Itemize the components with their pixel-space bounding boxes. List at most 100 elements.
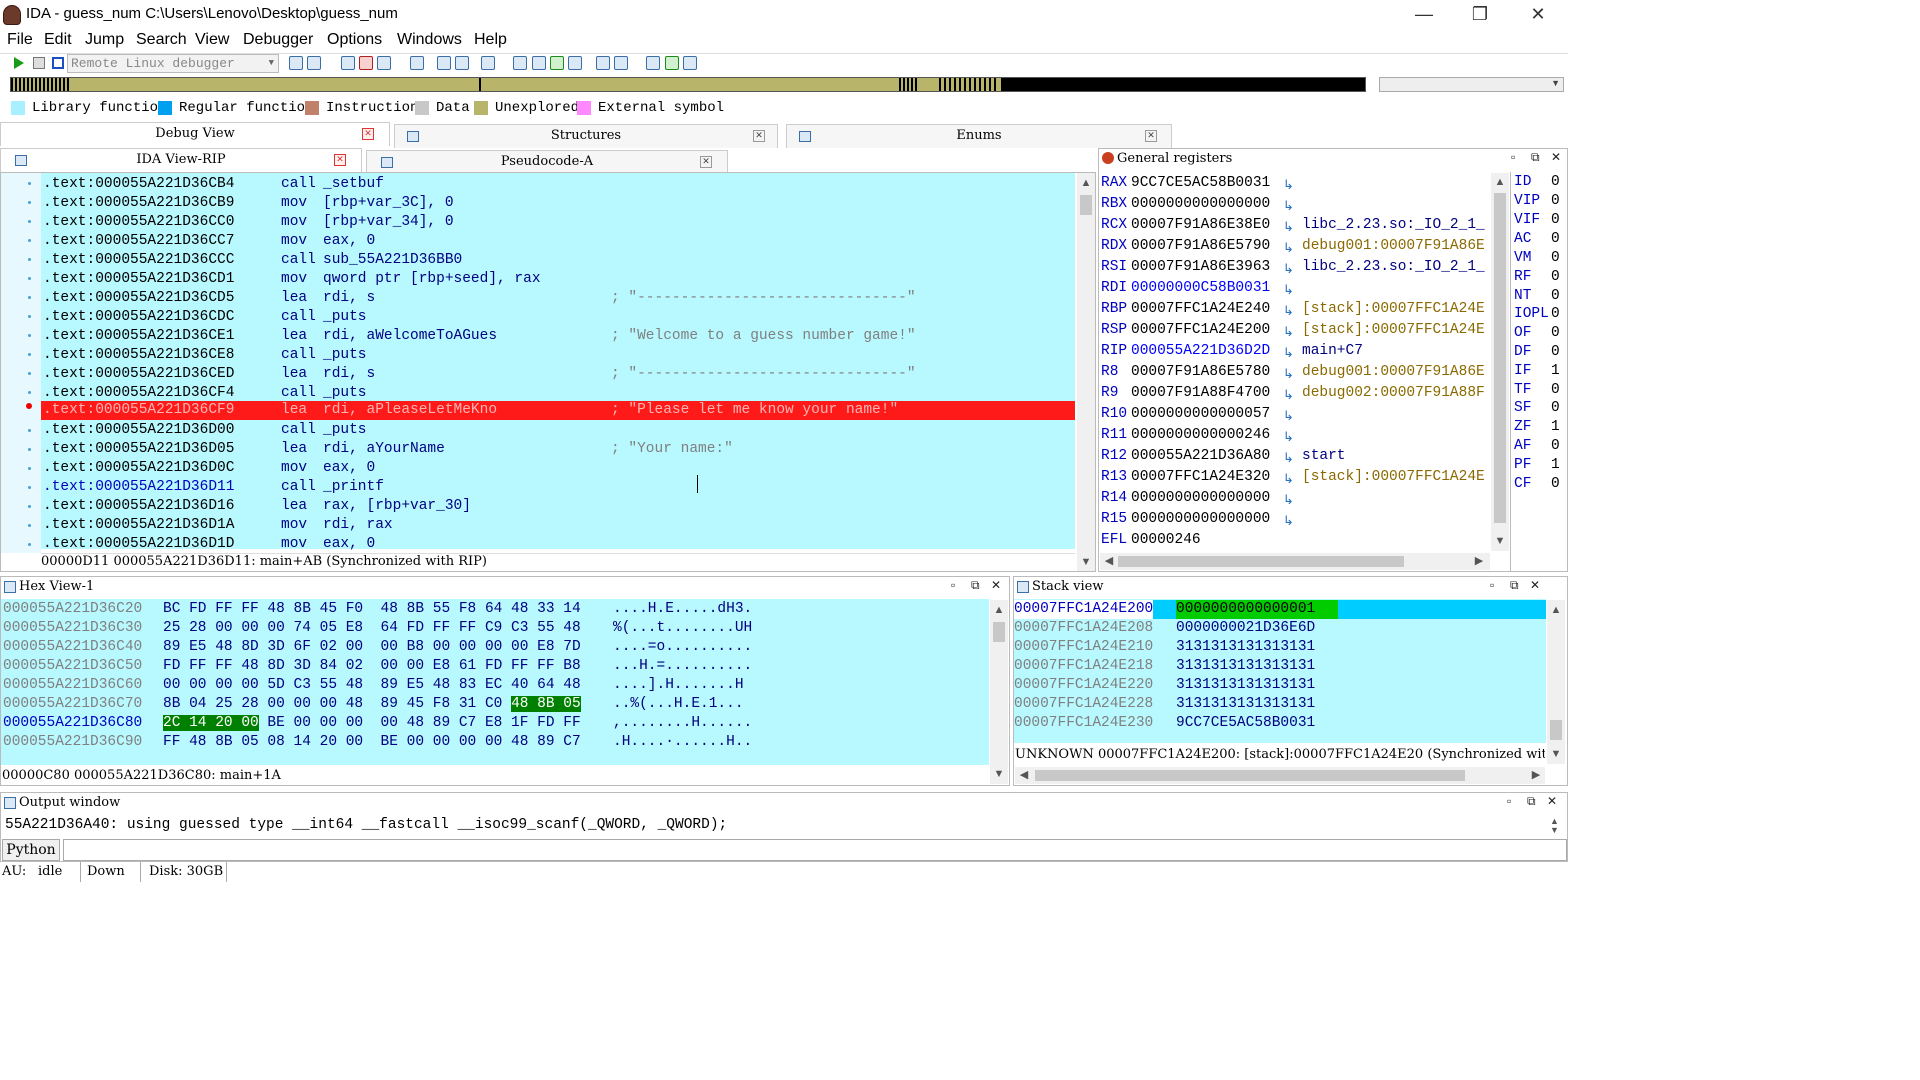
float-icon[interactable]: ⧉	[1527, 794, 1536, 809]
register-value[interactable]: 00007F91A86E5790	[1131, 238, 1270, 254]
close-icon[interactable]: ✕	[991, 578, 1001, 592]
jump-arrow-icon[interactable]: ↳	[1283, 240, 1294, 256]
search-icon[interactable]	[646, 56, 660, 70]
code-line[interactable]: .text:000055A221D36D1D mov eax, 0	[43, 535, 375, 554]
menu-debugger[interactable]: Debugger	[243, 31, 313, 49]
jump-arrow-icon[interactable]: ↳	[1283, 513, 1294, 529]
stack-horizontal-scrollbar[interactable]: ◀ ▶	[1015, 767, 1545, 784]
stack-value[interactable]: 0000000021D36E6D	[1176, 619, 1315, 638]
jump-arrow-icon[interactable]: ↳	[1283, 408, 1294, 424]
chevron-left-icon[interactable]: ◀	[1015, 768, 1033, 781]
debugger-select[interactable]: Remote Linux debugger ▼	[67, 54, 279, 73]
maximize-icon[interactable]: ▫	[951, 578, 955, 592]
code-line-breakpoint[interactable]: .text:000055A221D36CF9 lea rdi, aPleaseLet…	[41, 401, 1075, 420]
flag-value[interactable]: 1	[1551, 419, 1560, 435]
register-value[interactable]: 00007F91A86E3963	[1131, 259, 1270, 275]
hex-bytes[interactable]: 25 28 00 00 00 74 05 E8 64 FD FF FF C9 C…	[163, 619, 581, 638]
register-value[interactable]: 00007F91A88F4700	[1131, 385, 1270, 401]
register-value[interactable]: 0000000000000246	[1131, 427, 1270, 443]
register-value[interactable]: 0000000000000000	[1131, 490, 1270, 506]
stack-list[interactable]: 00007FFC1A24E200 0000000000000001 00007FF…	[1014, 599, 1546, 743]
window-icon[interactable]	[596, 56, 610, 70]
menu-help[interactable]: Help	[474, 31, 507, 49]
scroll-thumb[interactable]	[1550, 720, 1562, 740]
hex-bytes-highlight[interactable]: 2C 14 20 00	[163, 715, 259, 731]
tab-structures[interactable]: Structures ✕	[394, 124, 778, 148]
flag-value[interactable]: 1	[1551, 457, 1560, 473]
jump-arrow-icon[interactable]: ↳	[1283, 471, 1294, 487]
stack-value[interactable]: 3131313131313131	[1176, 657, 1315, 676]
jump-arrow-icon[interactable]: ↳	[1283, 450, 1294, 466]
maximize-icon[interactable]: ▫	[1507, 794, 1511, 808]
menu-jump[interactable]: Jump	[85, 31, 124, 49]
close-icon[interactable]: ✕	[362, 128, 374, 140]
scroll-thumb[interactable]	[1080, 195, 1092, 215]
step-out-icon[interactable]	[481, 56, 495, 70]
tab-debug-view[interactable]: Debug View ✕	[0, 122, 390, 146]
tab-ida-view-rip[interactable]: IDA View-RIP ✕	[0, 148, 362, 172]
hex-ascii[interactable]: ....=o..........	[613, 638, 752, 657]
code-line[interactable]: .text:000055A221D36D05 lea rdi, aYourName;…	[43, 440, 733, 459]
flag-value[interactable]: 0	[1551, 476, 1560, 492]
register-value[interactable]: 00000246	[1131, 532, 1201, 548]
close-icon[interactable]: ✕	[1547, 794, 1557, 808]
hex-ascii[interactable]: ...H.=..........	[613, 657, 752, 676]
scroll-thumb[interactable]	[1494, 193, 1506, 523]
chevron-down-icon[interactable]: ▼	[1491, 535, 1509, 547]
breakpoint-icon[interactable]	[26, 403, 32, 409]
attach-icon[interactable]	[289, 56, 303, 70]
maximize-icon[interactable]: ▫	[1511, 150, 1515, 164]
code-line[interactable]: .text:000055A221D36CE8 call _puts	[43, 346, 367, 365]
add-breakpoint-icon[interactable]	[359, 56, 373, 70]
jump-arrow-icon[interactable]: ↳	[1283, 429, 1294, 445]
jump-arrow-icon[interactable]: ↳	[1283, 219, 1294, 235]
chevron-down-icon[interactable]: ▼	[1547, 748, 1565, 760]
menu-search[interactable]: Search	[136, 31, 187, 49]
cli-input[interactable]	[63, 839, 1567, 861]
step-over-icon[interactable]	[437, 56, 451, 70]
tab-pseudocode-a[interactable]: Pseudocode-A ✕	[366, 150, 728, 174]
layout-icon[interactable]	[614, 56, 628, 70]
menu-view[interactable]: View	[195, 31, 229, 49]
trace-icon[interactable]	[513, 56, 527, 70]
code-line[interactable]: .text:000055A221D36D00 call _puts	[43, 421, 367, 440]
detach-icon[interactable]	[307, 56, 321, 70]
register-value[interactable]: 00007F91A86E5780	[1131, 364, 1270, 380]
code-line[interactable]: .text:000055A221D36CC7 mov eax, 0	[43, 232, 375, 251]
code-line[interactable]: .text:000055A221D36CD1 mov qword ptr [rbp+…	[43, 270, 541, 289]
close-icon[interactable]: ✕	[1551, 150, 1561, 164]
cli-language-button[interactable]: Python	[2, 839, 60, 861]
jump-arrow-icon[interactable]: ↳	[1283, 303, 1294, 319]
hex-bytes-highlight[interactable]: 48 8B 05	[511, 696, 581, 712]
close-button[interactable]: ✕	[1518, 4, 1558, 26]
flag-value[interactable]: 0	[1551, 269, 1560, 285]
return-icon[interactable]	[532, 56, 546, 70]
code-line[interactable]: .text:000055A221D36CB9 mov [rbp+var_3C], 0	[43, 194, 454, 213]
ida-gutter[interactable]	[1, 173, 41, 553]
close-icon[interactable]: ✕	[334, 154, 346, 166]
hex-ascii[interactable]: ....H.E.....dH3.	[613, 600, 752, 619]
hex-ascii[interactable]: ,........H......	[613, 714, 752, 733]
jump-arrow-icon[interactable]: ↳	[1283, 282, 1294, 298]
register-list[interactable]: RAX 9CC7CE5AC58B0031 ↳ RBX 0000000000000…	[1099, 172, 1491, 552]
restore-button[interactable]: ❐	[1460, 4, 1500, 26]
menu-edit[interactable]: Edit	[44, 31, 72, 49]
flag-value[interactable]: 0	[1551, 193, 1560, 209]
code-line[interactable]: .text:000055A221D36CB4 call _setbuf	[43, 175, 384, 194]
disassembly-listing[interactable]: .text:000055A221D36CB4 call _setbuf .text:…	[41, 173, 1075, 552]
menu-file[interactable]: File	[7, 31, 33, 49]
jump-arrow-icon[interactable]: ↳	[1283, 198, 1294, 214]
register-value[interactable]: 000055A221D36D2D	[1131, 343, 1270, 359]
close-icon[interactable]: ✕	[753, 130, 765, 142]
register-value[interactable]: 00007FFC1A24E200	[1131, 322, 1270, 338]
play-icon[interactable]	[14, 57, 24, 69]
output-text[interactable]: 55A221D36A40: using guessed type __int64…	[5, 817, 727, 833]
flag-value[interactable]: 0	[1551, 438, 1560, 454]
code-line[interactable]: .text:000055A221D36CCC call sub_55A221D36B…	[43, 251, 462, 270]
chevron-left-icon[interactable]: ◀	[1100, 554, 1118, 567]
stack-row-selected[interactable]: 00007FFC1A24E200 0000000000000001	[1014, 600, 1546, 619]
register-value[interactable]: 0000000000000057	[1131, 406, 1270, 422]
hex-ascii[interactable]: %(...t........UH	[613, 619, 752, 638]
tab-enums[interactable]: Enums ✕	[786, 124, 1172, 148]
hex-bytes[interactable]: 89 E5 48 8D 3D 6F 02 00 00 B8 00 00 00 0…	[163, 638, 581, 657]
